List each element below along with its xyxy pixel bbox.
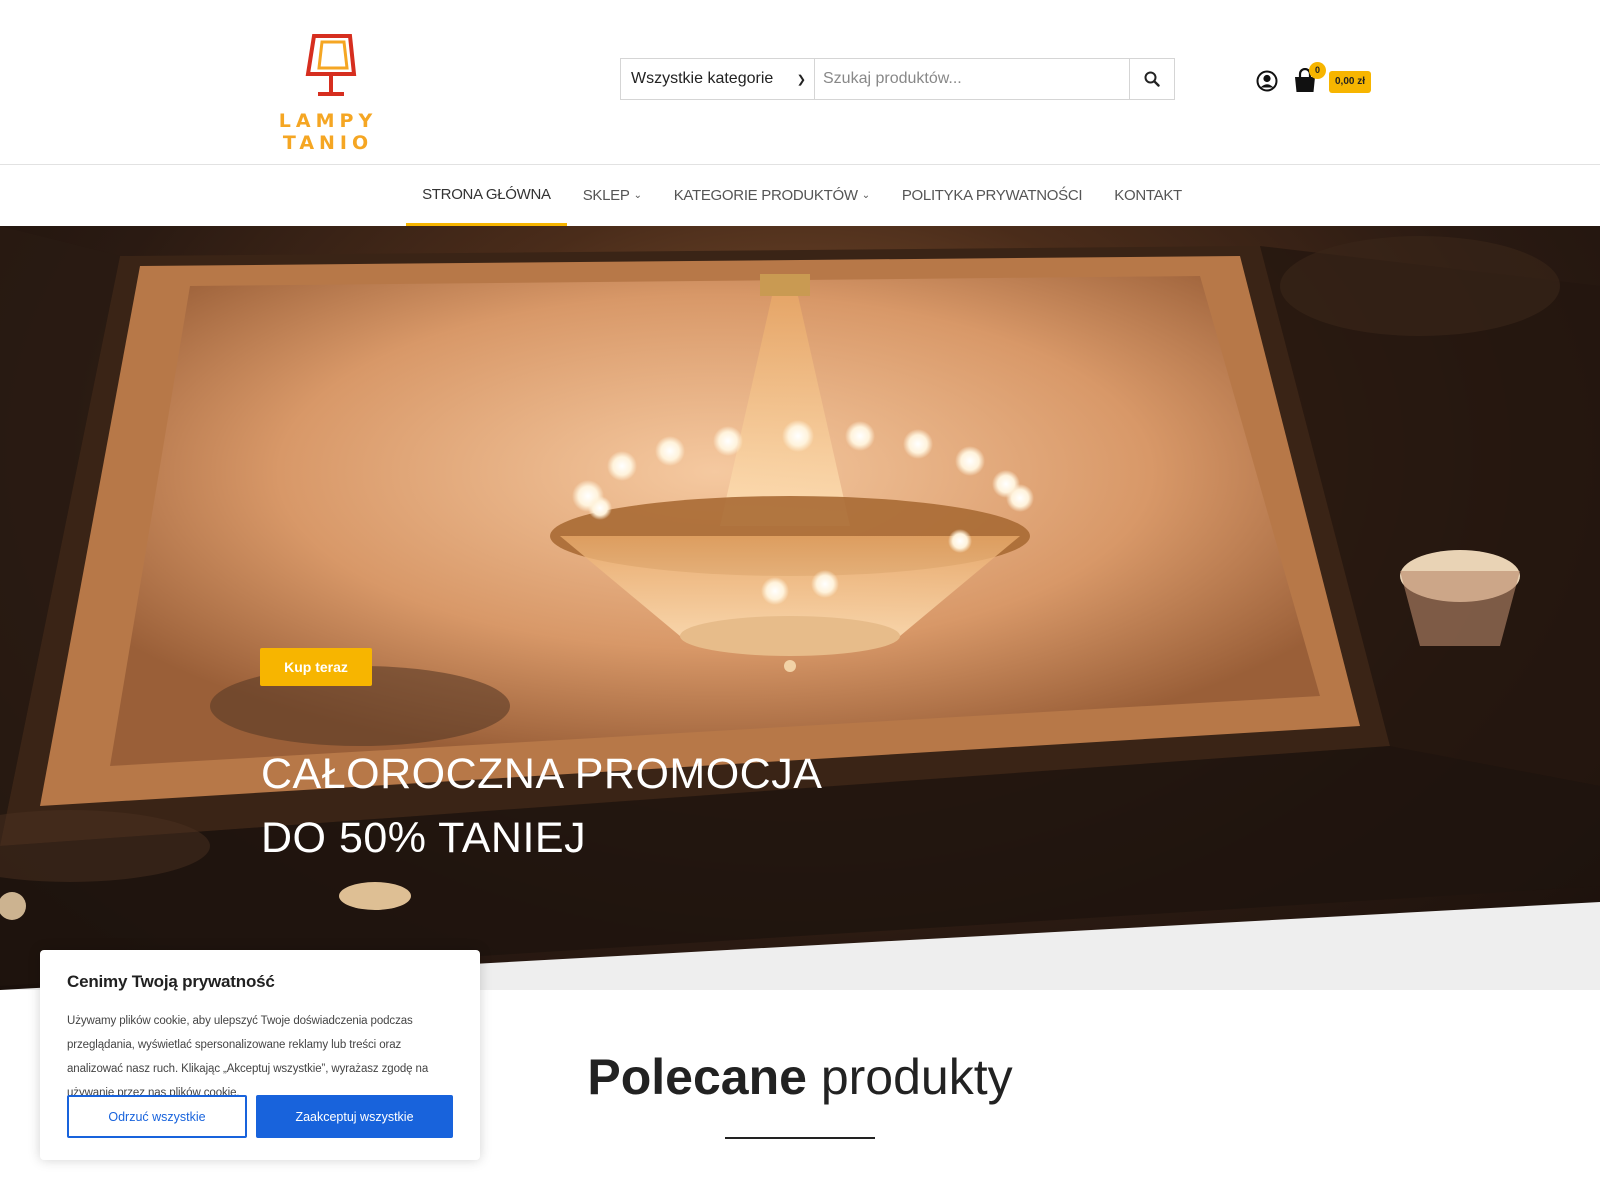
- cookie-consent-banner: Cenimy Twoją prywatność Używamy plików c…: [40, 950, 480, 1160]
- hero-heading-line1: CAŁOROCZNA PROMOCJA: [261, 750, 823, 798]
- lamp-logo-icon: [305, 34, 357, 96]
- cart-total[interactable]: 0,00 zł: [1329, 71, 1372, 93]
- nav-item-contact[interactable]: KONTAKT: [1098, 165, 1198, 226]
- search-input[interactable]: [815, 59, 1129, 99]
- user-circle-icon: [1256, 70, 1278, 92]
- hero-heading: CAŁOROCZNA PROMOCJA DO 50% TANIEJ: [261, 742, 822, 870]
- chevron-down-icon: ⌄: [861, 190, 870, 201]
- buy-now-button[interactable]: Kup teraz: [260, 648, 372, 686]
- nav-item-home[interactable]: STRONA GŁÓWNA: [406, 165, 567, 226]
- nav-item-label: STRONA GŁÓWNA: [422, 185, 551, 203]
- featured-title-bold: Polecane: [587, 1049, 807, 1105]
- cookie-text: Używamy plików cookie, aby ulepszyć Twoj…: [67, 1015, 429, 1099]
- cookie-title: Cenimy Twoją prywatność: [67, 972, 275, 991]
- nav-item-label: KATEGORIE PRODUKTÓW: [673, 187, 858, 204]
- search-button[interactable]: [1129, 59, 1174, 99]
- chevron-down-icon: ❯: [796, 73, 806, 86]
- accept-all-button[interactable]: Zaakceptuj wszystkie: [256, 1095, 453, 1138]
- chevron-down-icon: ⌄: [633, 190, 642, 201]
- search-icon: [1144, 71, 1160, 87]
- heading-divider: [725, 1137, 875, 1139]
- hero-slider: CAŁOROCZNA PROMOCJA DO 50% TANIEJ: [0, 226, 1600, 990]
- nav-item-categories[interactable]: KATEGORIE PRODUKTÓW ⌄: [658, 165, 886, 226]
- site-header: LAMPY TANIO Wszystkie kategorie ❯ 0 0,00…: [0, 0, 1600, 165]
- nav-item-shop[interactable]: SKLEP ⌄: [567, 165, 658, 226]
- cart-count-badge: 0: [1309, 62, 1326, 79]
- hero-heading-line2: DO 50% TANIEJ: [261, 814, 587, 862]
- category-select[interactable]: Wszystkie kategorie ❯: [621, 59, 815, 99]
- nav-item-label: POLITYKA PRYWATNOŚCI: [901, 187, 1083, 204]
- account-button[interactable]: [1256, 70, 1278, 92]
- site-logo[interactable]: LAMPY TANIO: [228, 30, 428, 154]
- brand-name: LAMPY TANIO: [278, 110, 378, 154]
- main-nav: STRONA GŁÓWNA SKLEP ⌄ KATEGORIE PRODUKTÓ…: [0, 165, 1600, 226]
- hero-slant-divider: [0, 902, 1600, 990]
- nav-item-label: SKLEP: [582, 187, 630, 204]
- category-select-value: Wszystkie kategorie: [631, 70, 774, 87]
- nav-item-label: KONTAKT: [1114, 187, 1182, 204]
- product-search: Wszystkie kategorie ❯: [620, 58, 1175, 100]
- nav-item-privacy[interactable]: POLITYKA PRYWATNOŚCI: [886, 165, 1098, 226]
- featured-title-rest: produkty: [820, 1049, 1013, 1105]
- reject-all-button[interactable]: Odrzuć wszystkie: [67, 1095, 247, 1138]
